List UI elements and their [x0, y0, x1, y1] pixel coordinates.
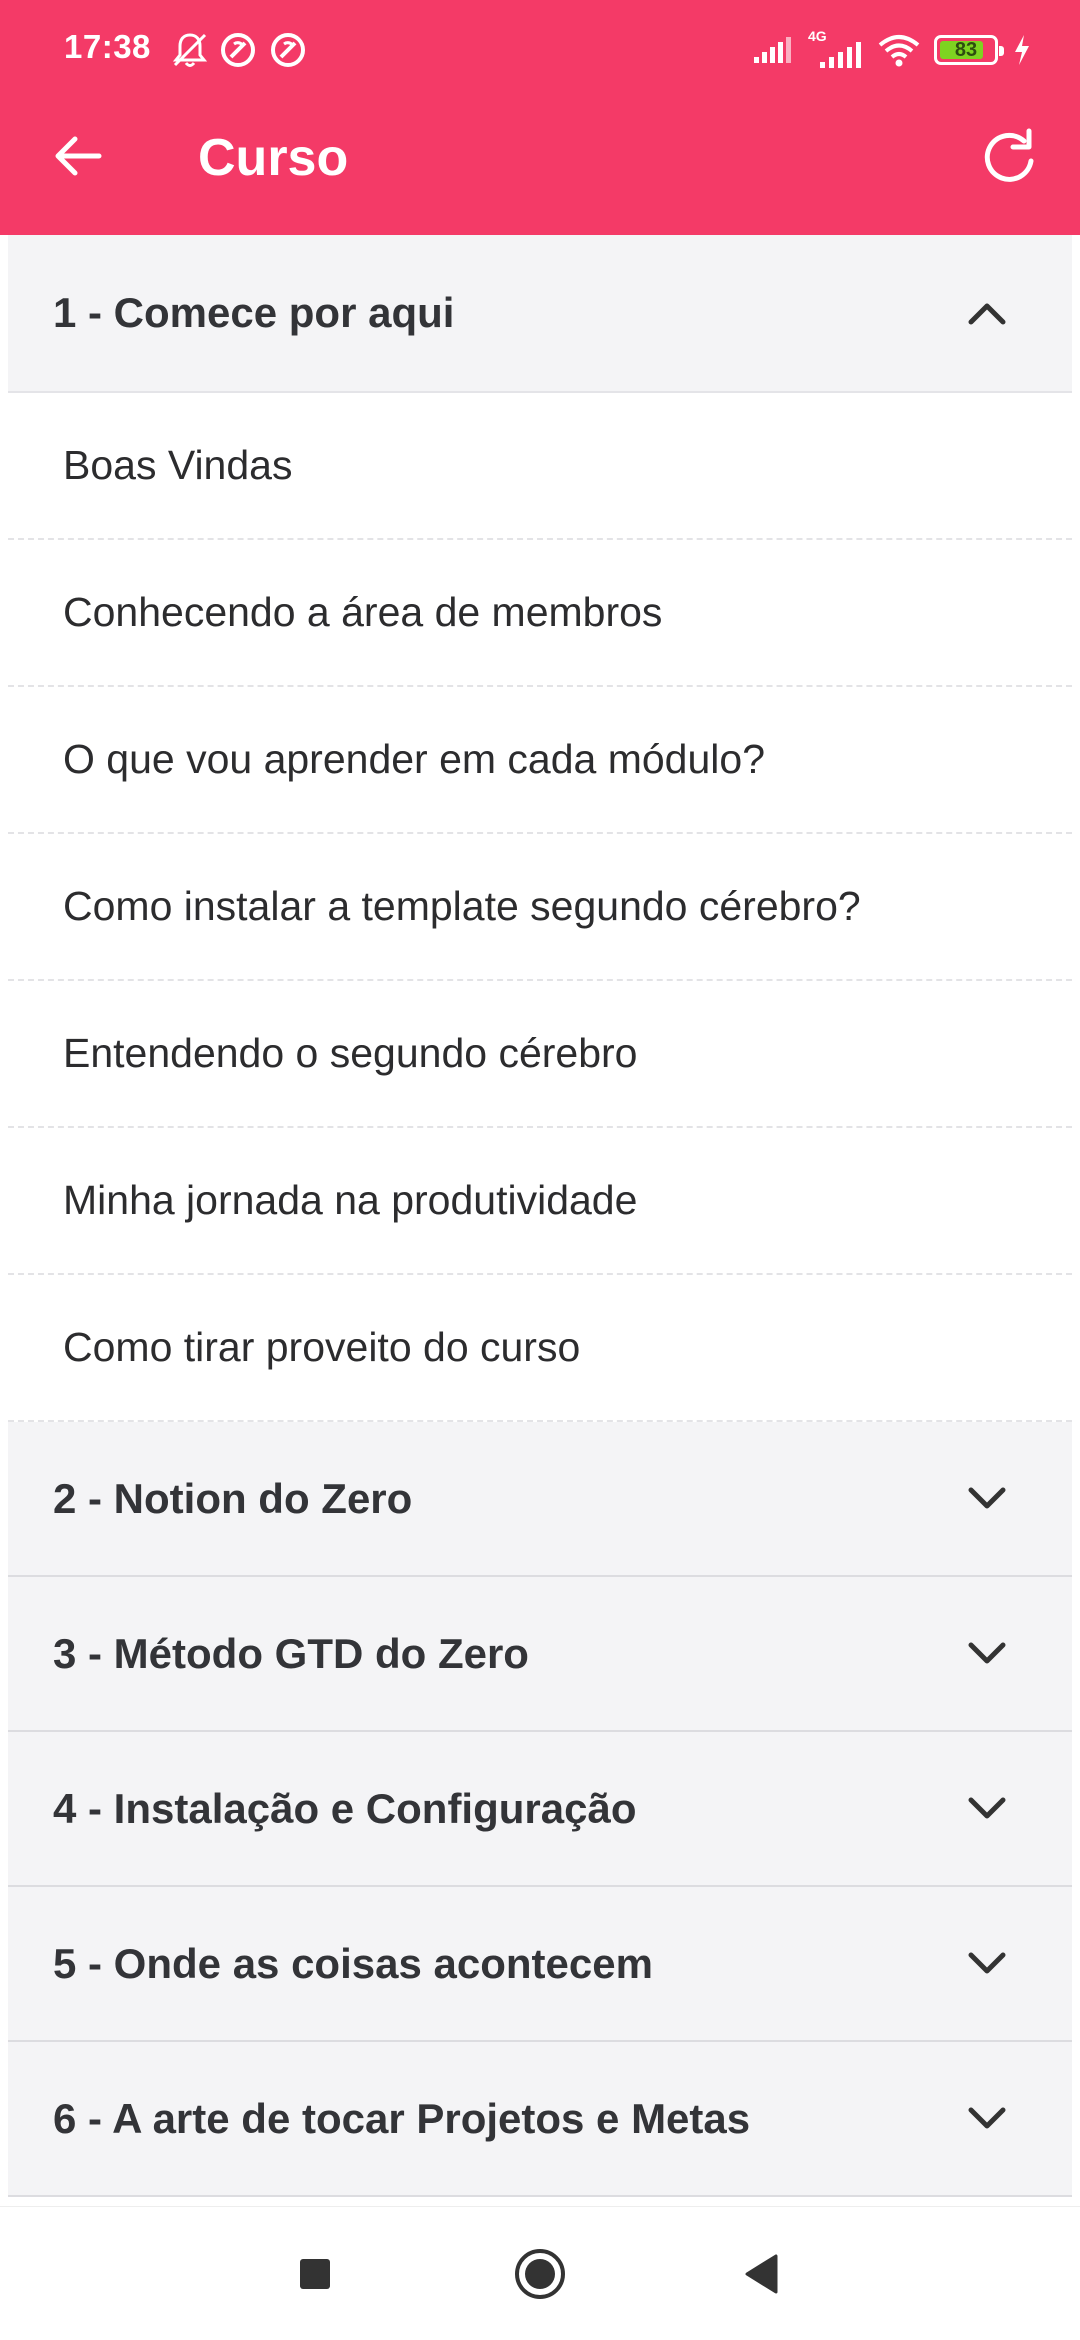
system-nav-bar: [0, 2206, 1080, 2340]
module-title: 4 - Instalação e Configuração: [53, 1784, 637, 1832]
back-button[interactable]: [40, 118, 116, 194]
status-time: 17:38: [64, 28, 151, 65]
charging-icon: [1015, 35, 1029, 65]
lesson-item[interactable]: Minha jornada na produtividade: [8, 1128, 1072, 1275]
page-title: Curso: [198, 129, 349, 187]
refresh-button[interactable]: [970, 118, 1050, 198]
wifi-icon: [878, 35, 920, 67]
lesson-title: Boas Vindas: [63, 442, 293, 488]
lesson-item[interactable]: Como tirar proveito do curso: [8, 1275, 1072, 1422]
module-header-5[interactable]: 5 - Onde as coisas acontecem: [8, 1887, 1072, 2042]
chevron-down-icon[interactable]: [962, 1784, 1012, 1834]
battery-icon: 83: [934, 35, 1004, 65]
lesson-item[interactable]: Entendendo o segundo cérebro: [8, 981, 1072, 1128]
app-bar: Curso: [0, 100, 1080, 235]
triangle-back-icon: [745, 2254, 778, 2294]
back-nav-button[interactable]: [725, 2237, 799, 2311]
signal-icon: [754, 37, 791, 63]
module-title: 1 - Comece por aqui: [53, 289, 455, 336]
chevron-down-icon[interactable]: [962, 2094, 1012, 2144]
signal-4g-icon: 4G: [808, 28, 864, 70]
lesson-title: O que vou aprender em cada módulo?: [63, 736, 766, 782]
status-right: 4G 83: [752, 28, 1032, 72]
arrow-left-icon: [55, 136, 102, 176]
status-bar: 17:38 4G 83: [0, 0, 1080, 100]
screen: 17:38 4G 83 Curso 1 - Comece por aqui Bo…: [0, 0, 1080, 2340]
top-bar: 17:38 4G 83 Curso: [0, 0, 1080, 235]
bell-muted-icon: [172, 33, 208, 67]
course-module-list: 1 - Comece por aqui Boas Vindas Conhecen…: [8, 235, 1072, 2197]
module-header-3[interactable]: 3 - Método GTD do Zero: [8, 1577, 1072, 1732]
lesson-item[interactable]: Conhecendo a área de membros: [8, 540, 1072, 687]
chevron-down-icon[interactable]: [962, 1629, 1012, 1679]
module-title: 2 - Notion do Zero: [53, 1474, 413, 1522]
recents-button[interactable]: [278, 2237, 352, 2311]
lesson-title: Minha jornada na produtividade: [63, 1177, 638, 1223]
lesson-title: Entendendo o segundo cérebro: [63, 1030, 638, 1076]
square-icon: [300, 2259, 330, 2289]
data-saver-icon-2: [271, 33, 305, 67]
module-header-4[interactable]: 4 - Instalação e Configuração: [8, 1732, 1072, 1887]
module-title: 3 - Método GTD do Zero: [53, 1629, 529, 1677]
lesson-title: Como tirar proveito do curso: [63, 1324, 581, 1370]
chevron-down-icon[interactable]: [962, 1474, 1012, 1524]
module-header-1[interactable]: 1 - Comece por aqui: [8, 235, 1072, 393]
module-header-6[interactable]: 6 - A arte de tocar Projetos e Metas: [8, 2042, 1072, 2197]
module-title: 6 - A arte de tocar Projetos e Metas: [53, 2094, 751, 2142]
module-header-2[interactable]: 2 - Notion do Zero: [8, 1422, 1072, 1577]
lesson-title: Conhecendo a área de membros: [63, 589, 663, 635]
home-circle-icon: [515, 2249, 565, 2299]
lesson-item[interactable]: O que vou aprender em cada módulo?: [8, 687, 1072, 834]
chevron-up-icon[interactable]: [962, 288, 1012, 338]
lesson-item[interactable]: Boas Vindas: [8, 393, 1072, 540]
lesson-item[interactable]: Como instalar a template segundo cérebro…: [8, 834, 1072, 981]
battery-percent: 83: [954, 38, 978, 61]
chevron-down-icon[interactable]: [962, 1939, 1012, 1989]
data-saver-icon: [221, 33, 255, 67]
home-button[interactable]: [503, 2237, 577, 2311]
refresh-icon: [984, 128, 1034, 182]
module-title: 5 - Onde as coisas acontecem: [53, 1939, 653, 1987]
lesson-title: Como instalar a template segundo cérebro…: [63, 883, 861, 929]
